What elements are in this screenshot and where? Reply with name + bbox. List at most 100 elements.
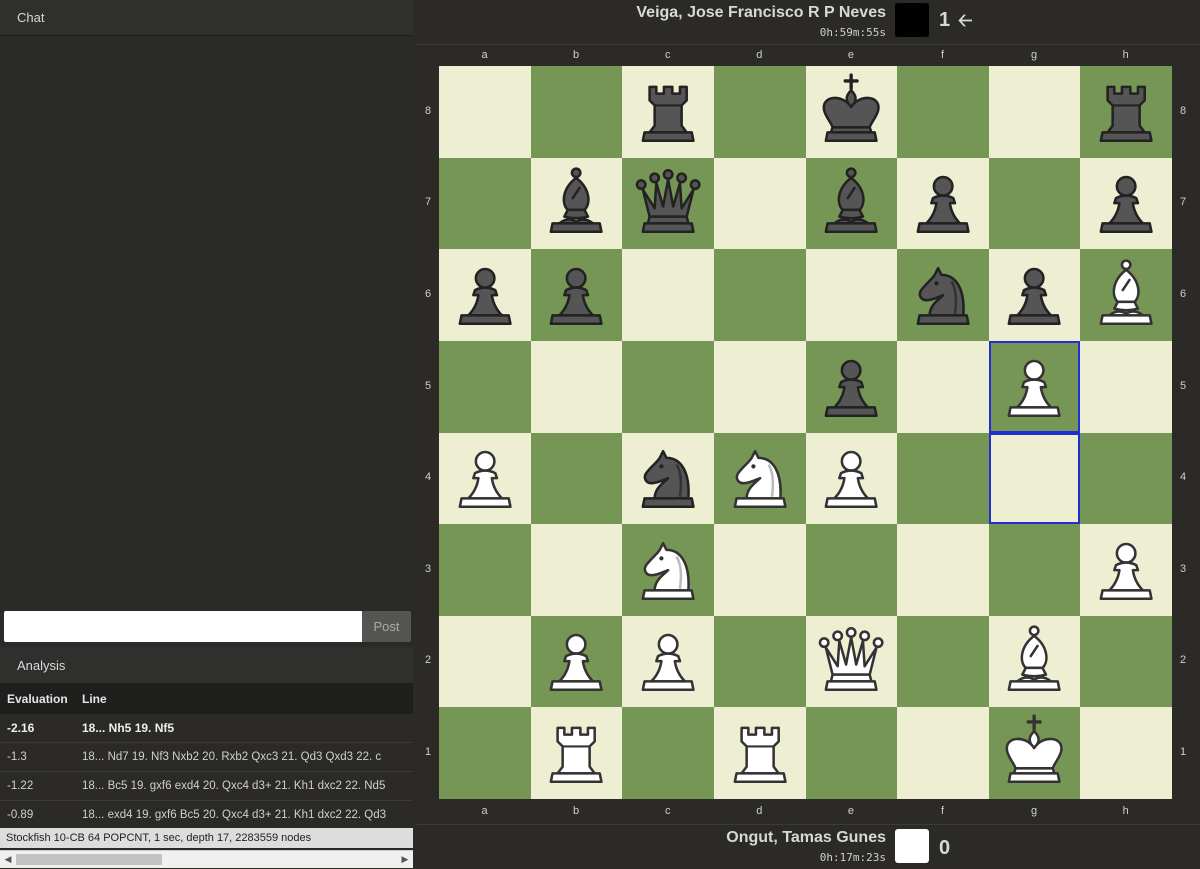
white-pawn-icon[interactable] xyxy=(622,616,714,708)
square-d4[interactable] xyxy=(713,432,806,525)
square-e2[interactable] xyxy=(805,615,898,708)
scroll-right-icon[interactable]: ▶ xyxy=(397,851,413,868)
square-b3[interactable] xyxy=(530,524,623,616)
square-g3[interactable] xyxy=(988,524,1081,616)
white-knight-icon[interactable] xyxy=(622,524,714,616)
black-pawn-icon[interactable] xyxy=(897,158,989,250)
chess-board[interactable] xyxy=(439,66,1172,799)
square-h1[interactable] xyxy=(1080,707,1172,799)
square-b8[interactable] xyxy=(530,66,623,158)
square-h6[interactable] xyxy=(1080,249,1172,341)
scrollbar-thumb[interactable] xyxy=(16,854,162,865)
column-header-evaluation[interactable]: Evaluation xyxy=(0,684,75,714)
square-b2[interactable] xyxy=(530,615,623,708)
square-h3[interactable] xyxy=(1080,524,1172,616)
black-pawn-icon[interactable] xyxy=(531,249,623,341)
square-g1[interactable] xyxy=(988,707,1081,799)
square-c1[interactable] xyxy=(622,707,714,799)
square-g4[interactable] xyxy=(988,432,1081,525)
square-c7[interactable] xyxy=(622,157,714,250)
square-c4[interactable] xyxy=(622,432,714,525)
column-header-line[interactable]: Line xyxy=(75,684,413,714)
square-e8[interactable] xyxy=(805,66,898,158)
square-b4[interactable] xyxy=(530,432,623,525)
black-rook-icon[interactable] xyxy=(622,66,714,158)
square-d6[interactable] xyxy=(713,249,806,341)
square-a1[interactable] xyxy=(439,707,531,799)
square-g7[interactable] xyxy=(988,157,1081,250)
square-a2[interactable] xyxy=(439,615,531,708)
black-king-icon[interactable] xyxy=(806,66,898,158)
analysis-row[interactable]: -2.16 18... Nh5 19. Nf5 xyxy=(0,714,413,743)
square-d1[interactable] xyxy=(713,707,806,799)
square-d3[interactable] xyxy=(713,524,806,616)
square-d5[interactable] xyxy=(713,340,806,433)
white-bishop-icon[interactable] xyxy=(989,616,1081,708)
square-a4[interactable] xyxy=(439,432,531,525)
chat-input[interactable] xyxy=(4,611,362,642)
square-f5[interactable] xyxy=(897,340,989,433)
black-pawn-icon[interactable] xyxy=(439,249,531,341)
white-pawn-icon[interactable] xyxy=(531,616,623,708)
square-d8[interactable] xyxy=(713,66,806,158)
square-e1[interactable] xyxy=(805,707,898,799)
square-b5[interactable] xyxy=(530,340,623,433)
square-e6[interactable] xyxy=(805,249,898,341)
square-f2[interactable] xyxy=(897,615,989,708)
square-f3[interactable] xyxy=(897,524,989,616)
square-h7[interactable] xyxy=(1080,157,1172,250)
white-pawn-icon[interactable] xyxy=(1080,524,1172,616)
analysis-row[interactable]: -0.89 18... exd4 19. gxf6 Bc5 20. Qxc4 d… xyxy=(0,800,413,830)
horizontal-scrollbar[interactable]: ◀ ▶ xyxy=(0,850,413,868)
square-f6[interactable] xyxy=(897,249,989,341)
square-c8[interactable] xyxy=(622,66,714,158)
chat-messages-area[interactable] xyxy=(0,37,413,609)
black-pawn-icon[interactable] xyxy=(806,341,898,433)
square-f8[interactable] xyxy=(897,66,989,158)
black-knight-icon[interactable] xyxy=(622,433,714,525)
square-h4[interactable] xyxy=(1080,432,1172,525)
black-bishop-icon[interactable] xyxy=(806,158,898,250)
square-b1[interactable] xyxy=(530,707,623,799)
white-rook-icon[interactable] xyxy=(714,707,806,799)
square-f7[interactable] xyxy=(897,157,989,250)
square-c3[interactable] xyxy=(622,524,714,616)
black-rook-icon[interactable] xyxy=(1080,66,1172,158)
square-h8[interactable] xyxy=(1080,66,1172,158)
analysis-row[interactable]: -1.3 18... Nd7 19. Nf3 Nxb2 20. Rxb2 Qxc… xyxy=(0,742,413,772)
black-pawn-icon[interactable] xyxy=(1080,158,1172,250)
square-a5[interactable] xyxy=(439,340,531,433)
white-pawn-icon[interactable] xyxy=(439,433,531,525)
square-e7[interactable] xyxy=(805,157,898,250)
square-f1[interactable] xyxy=(897,707,989,799)
black-bishop-icon[interactable] xyxy=(531,158,623,250)
square-g8[interactable] xyxy=(988,66,1081,158)
square-g5[interactable] xyxy=(988,340,1081,433)
square-e3[interactable] xyxy=(805,524,898,616)
square-a7[interactable] xyxy=(439,157,531,250)
square-c6[interactable] xyxy=(622,249,714,341)
square-g2[interactable] xyxy=(988,615,1081,708)
white-king-icon[interactable] xyxy=(989,707,1081,799)
square-f4[interactable] xyxy=(897,432,989,525)
square-h5[interactable] xyxy=(1080,340,1172,433)
white-pawn-icon[interactable] xyxy=(989,341,1081,433)
white-bishop-icon[interactable] xyxy=(1080,249,1172,341)
square-c2[interactable] xyxy=(622,615,714,708)
square-b7[interactable] xyxy=(530,157,623,250)
square-g6[interactable] xyxy=(988,249,1081,341)
square-d2[interactable] xyxy=(713,615,806,708)
white-rook-icon[interactable] xyxy=(531,707,623,799)
square-a6[interactable] xyxy=(439,249,531,341)
post-button[interactable]: Post xyxy=(362,611,411,642)
square-e5[interactable] xyxy=(805,340,898,433)
scroll-left-icon[interactable]: ◀ xyxy=(0,851,16,868)
square-c5[interactable] xyxy=(622,340,714,433)
black-pawn-icon[interactable] xyxy=(989,249,1081,341)
analysis-row[interactable]: -1.22 18... Bc5 19. gxf6 exd4 20. Qxc4 d… xyxy=(0,771,413,801)
white-knight-icon[interactable] xyxy=(714,433,806,525)
white-queen-icon[interactable] xyxy=(806,616,898,708)
square-a3[interactable] xyxy=(439,524,531,616)
black-knight-icon[interactable] xyxy=(897,249,989,341)
square-e4[interactable] xyxy=(805,432,898,525)
